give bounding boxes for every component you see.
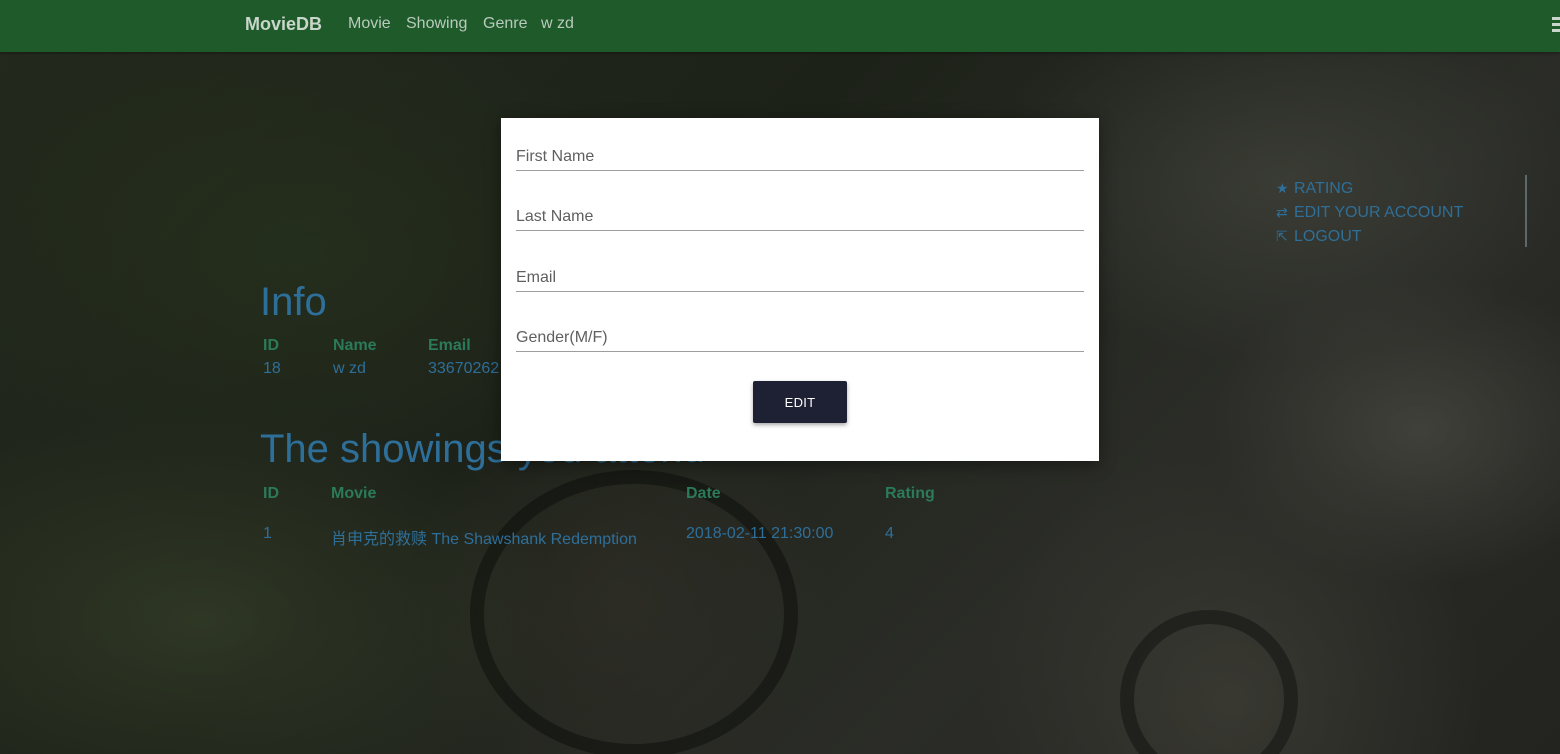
showings-cell-date: 2018-02-11 21:30:00: [686, 525, 834, 542]
info-cell-email: 33670262: [428, 360, 500, 377]
info-cell-name: w zd: [333, 360, 366, 377]
nav-link-movie[interactable]: Movie: [348, 15, 391, 33]
email-field[interactable]: [516, 265, 1084, 292]
info-header-id: ID: [263, 337, 279, 354]
star-icon: ★: [1276, 180, 1289, 196]
background-gauge-shape: [1120, 610, 1298, 754]
rating-link-label: RATING: [1294, 180, 1354, 197]
rating-link[interactable]: ★ RATING: [1276, 176, 1516, 200]
gender-field[interactable]: [516, 325, 1084, 352]
nav-link-user[interactable]: w zd: [541, 15, 574, 33]
side-divider: [1525, 175, 1527, 247]
showings-header-date: Date: [686, 485, 721, 502]
logout-link[interactable]: ⇱ LOGOUT: [1276, 224, 1516, 248]
logout-link-label: LOGOUT: [1294, 228, 1362, 245]
nav-link-genre[interactable]: Genre: [483, 15, 527, 33]
last-name-field[interactable]: [516, 204, 1084, 231]
showings-cell-id: 1: [263, 525, 272, 542]
account-side-menu: ★ RATING ⇄ EDIT YOUR ACCOUNT ⇱ LOGOUT: [1276, 176, 1516, 248]
edit-account-link-label: EDIT YOUR ACCOUNT: [1294, 204, 1464, 221]
edit-account-link[interactable]: ⇄ EDIT YOUR ACCOUNT: [1276, 200, 1516, 224]
info-cell-id: 18: [263, 360, 281, 377]
showings-header-movie: Movie: [331, 485, 377, 502]
external-link-icon: ⇱: [1276, 228, 1288, 244]
edit-button[interactable]: EDIT: [753, 381, 847, 423]
edit-account-modal: EDIT: [501, 118, 1099, 461]
info-header-name: Name: [333, 337, 377, 354]
first-name-field[interactable]: [516, 144, 1084, 171]
brand-logo[interactable]: MovieDB: [245, 14, 322, 35]
top-navbar: MovieDB Movie Showing Genre w zd: [0, 0, 1560, 52]
swap-icon: ⇄: [1276, 204, 1288, 220]
background-wheel-shape: [470, 470, 798, 754]
showings-cell-rating: 4: [885, 525, 894, 542]
showings-cell-movie[interactable]: 肖申克的救赎 The Shawshank Redemption: [331, 525, 637, 549]
showings-header-rating: Rating: [885, 485, 935, 502]
nav-link-showing[interactable]: Showing: [406, 15, 467, 33]
info-heading: Info: [260, 280, 327, 324]
hamburger-menu-icon[interactable]: [1552, 17, 1560, 33]
info-header-email: Email: [428, 337, 471, 354]
showings-header-id: ID: [263, 485, 279, 502]
